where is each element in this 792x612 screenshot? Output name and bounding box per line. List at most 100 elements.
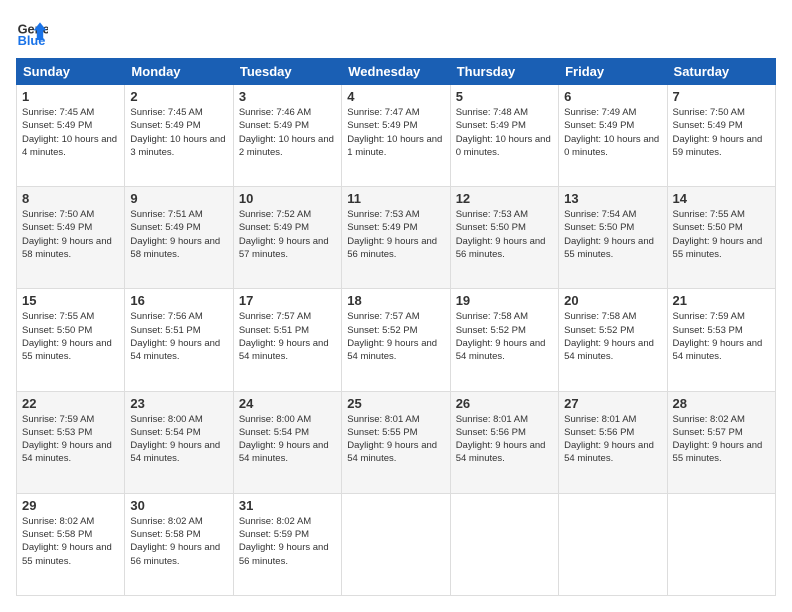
day-cell-19: 19 Sunrise: 7:58 AM Sunset: 5:52 PM Dayl… [450,289,558,391]
week-row-5: 29 Sunrise: 8:02 AM Sunset: 5:58 PM Dayl… [17,493,776,595]
daylight-label: Daylight: 9 hours and 58 minutes. [130,236,220,260]
daylight-label: Daylight: 10 hours and 2 minutes. [239,134,334,158]
weekday-header-row: SundayMondayTuesdayWednesdayThursdayFrid… [17,59,776,85]
sunset-label: Sunset: 5:50 PM [456,222,526,233]
day-info: Sunrise: 8:02 AM Sunset: 5:58 PM Dayligh… [22,515,119,568]
sunrise-label: Sunrise: 7:47 AM [347,107,419,118]
sunrise-label: Sunrise: 8:02 AM [673,414,745,425]
day-info: Sunrise: 7:55 AM Sunset: 5:50 PM Dayligh… [22,310,119,363]
daylight-label: Daylight: 9 hours and 56 minutes. [347,236,437,260]
day-cell-7: 7 Sunrise: 7:50 AM Sunset: 5:49 PM Dayli… [667,85,775,187]
logo: General Blue [16,16,54,48]
sunrise-label: Sunrise: 7:56 AM [130,311,202,322]
day-cell-9: 9 Sunrise: 7:51 AM Sunset: 5:49 PM Dayli… [125,187,233,289]
daylight-label: Daylight: 9 hours and 55 minutes. [673,440,763,464]
day-number: 10 [239,191,336,206]
daylight-label: Daylight: 9 hours and 55 minutes. [564,236,654,260]
daylight-label: Daylight: 9 hours and 58 minutes. [22,236,112,260]
daylight-label: Daylight: 9 hours and 59 minutes. [673,134,763,158]
daylight-label: Daylight: 10 hours and 1 minute. [347,134,442,158]
sunrise-label: Sunrise: 8:02 AM [130,516,202,527]
sunrise-label: Sunrise: 7:53 AM [347,209,419,220]
sunset-label: Sunset: 5:53 PM [673,325,743,336]
day-cell-13: 13 Sunrise: 7:54 AM Sunset: 5:50 PM Dayl… [559,187,667,289]
sunrise-label: Sunrise: 8:02 AM [239,516,311,527]
sunset-label: Sunset: 5:52 PM [456,325,526,336]
day-cell-1: 1 Sunrise: 7:45 AM Sunset: 5:49 PM Dayli… [17,85,125,187]
day-info: Sunrise: 7:59 AM Sunset: 5:53 PM Dayligh… [22,413,119,466]
day-number: 9 [130,191,227,206]
day-number: 18 [347,293,444,308]
day-info: Sunrise: 7:57 AM Sunset: 5:52 PM Dayligh… [347,310,444,363]
day-info: Sunrise: 7:57 AM Sunset: 5:51 PM Dayligh… [239,310,336,363]
day-cell-6: 6 Sunrise: 7:49 AM Sunset: 5:49 PM Dayli… [559,85,667,187]
sunset-label: Sunset: 5:54 PM [239,427,309,438]
sunset-label: Sunset: 5:49 PM [347,222,417,233]
day-info: Sunrise: 8:01 AM Sunset: 5:56 PM Dayligh… [456,413,553,466]
day-info: Sunrise: 7:58 AM Sunset: 5:52 PM Dayligh… [564,310,661,363]
daylight-label: Daylight: 9 hours and 54 minutes. [22,440,112,464]
sunrise-label: Sunrise: 7:46 AM [239,107,311,118]
sunrise-label: Sunrise: 7:48 AM [456,107,528,118]
day-number: 5 [456,89,553,104]
day-info: Sunrise: 7:46 AM Sunset: 5:49 PM Dayligh… [239,106,336,159]
day-number: 17 [239,293,336,308]
day-cell-5: 5 Sunrise: 7:48 AM Sunset: 5:49 PM Dayli… [450,85,558,187]
daylight-label: Daylight: 9 hours and 56 minutes. [130,542,220,566]
day-cell-31: 31 Sunrise: 8:02 AM Sunset: 5:59 PM Dayl… [233,493,341,595]
empty-cell [667,493,775,595]
day-info: Sunrise: 8:00 AM Sunset: 5:54 PM Dayligh… [130,413,227,466]
day-info: Sunrise: 7:49 AM Sunset: 5:49 PM Dayligh… [564,106,661,159]
sunrise-label: Sunrise: 7:54 AM [564,209,636,220]
sunrise-label: Sunrise: 7:51 AM [130,209,202,220]
week-row-3: 15 Sunrise: 7:55 AM Sunset: 5:50 PM Dayl… [17,289,776,391]
sunrise-label: Sunrise: 7:45 AM [130,107,202,118]
sunrise-label: Sunrise: 7:52 AM [239,209,311,220]
week-row-2: 8 Sunrise: 7:50 AM Sunset: 5:49 PM Dayli… [17,187,776,289]
day-cell-12: 12 Sunrise: 7:53 AM Sunset: 5:50 PM Dayl… [450,187,558,289]
day-number: 8 [22,191,119,206]
day-cell-18: 18 Sunrise: 7:57 AM Sunset: 5:52 PM Dayl… [342,289,450,391]
daylight-label: Daylight: 9 hours and 54 minutes. [239,338,329,362]
daylight-label: Daylight: 9 hours and 56 minutes. [456,236,546,260]
day-info: Sunrise: 7:58 AM Sunset: 5:52 PM Dayligh… [456,310,553,363]
empty-cell [342,493,450,595]
daylight-label: Daylight: 10 hours and 0 minutes. [456,134,551,158]
day-cell-28: 28 Sunrise: 8:02 AM Sunset: 5:57 PM Dayl… [667,391,775,493]
daylight-label: Daylight: 9 hours and 54 minutes. [564,338,654,362]
sunrise-label: Sunrise: 7:53 AM [456,209,528,220]
daylight-label: Daylight: 9 hours and 55 minutes. [22,338,112,362]
week-row-1: 1 Sunrise: 7:45 AM Sunset: 5:49 PM Dayli… [17,85,776,187]
day-info: Sunrise: 7:50 AM Sunset: 5:49 PM Dayligh… [673,106,770,159]
daylight-label: Daylight: 9 hours and 54 minutes. [239,440,329,464]
sunset-label: Sunset: 5:49 PM [130,222,200,233]
day-info: Sunrise: 7:48 AM Sunset: 5:49 PM Dayligh… [456,106,553,159]
day-info: Sunrise: 8:00 AM Sunset: 5:54 PM Dayligh… [239,413,336,466]
daylight-label: Daylight: 9 hours and 54 minutes. [673,338,763,362]
day-cell-29: 29 Sunrise: 8:02 AM Sunset: 5:58 PM Dayl… [17,493,125,595]
day-info: Sunrise: 8:02 AM Sunset: 5:58 PM Dayligh… [130,515,227,568]
day-info: Sunrise: 8:01 AM Sunset: 5:56 PM Dayligh… [564,413,661,466]
sunrise-label: Sunrise: 8:01 AM [347,414,419,425]
daylight-label: Daylight: 10 hours and 0 minutes. [564,134,659,158]
day-number: 22 [22,396,119,411]
sunset-label: Sunset: 5:49 PM [673,120,743,131]
sunset-label: Sunset: 5:49 PM [239,120,309,131]
day-number: 2 [130,89,227,104]
sunset-label: Sunset: 5:49 PM [22,222,92,233]
daylight-label: Daylight: 9 hours and 54 minutes. [347,440,437,464]
day-cell-27: 27 Sunrise: 8:01 AM Sunset: 5:56 PM Dayl… [559,391,667,493]
sunrise-label: Sunrise: 8:01 AM [564,414,636,425]
day-cell-10: 10 Sunrise: 7:52 AM Sunset: 5:49 PM Dayl… [233,187,341,289]
day-number: 29 [22,498,119,513]
daylight-label: Daylight: 9 hours and 57 minutes. [239,236,329,260]
day-number: 15 [22,293,119,308]
sunrise-label: Sunrise: 7:45 AM [22,107,94,118]
day-cell-17: 17 Sunrise: 7:57 AM Sunset: 5:51 PM Dayl… [233,289,341,391]
sunset-label: Sunset: 5:50 PM [22,325,92,336]
sunset-label: Sunset: 5:49 PM [564,120,634,131]
day-cell-26: 26 Sunrise: 8:01 AM Sunset: 5:56 PM Dayl… [450,391,558,493]
day-number: 3 [239,89,336,104]
day-info: Sunrise: 7:54 AM Sunset: 5:50 PM Dayligh… [564,208,661,261]
day-number: 11 [347,191,444,206]
